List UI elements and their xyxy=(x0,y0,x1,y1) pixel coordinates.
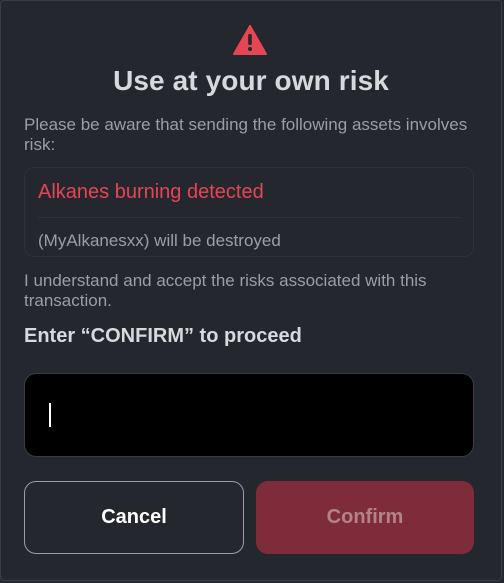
warning-detail: (MyAlkanesxx) will be destroyed xyxy=(38,231,281,250)
warning-triangle-icon xyxy=(233,25,267,55)
warning-heading: Alkanes burning detected xyxy=(38,181,264,203)
dialog-title: Use at your own risk xyxy=(113,65,389,96)
confirm-button[interactable]: Confirm xyxy=(256,481,474,554)
accept-risk-text: I understand and accept the risks associ… xyxy=(24,271,427,310)
risk-dialog: Use at your own risk Please be aware tha… xyxy=(0,0,502,581)
cancel-button[interactable]: Cancel xyxy=(24,481,244,554)
risk-intro-text: Please be aware that sending the followi… xyxy=(24,115,468,154)
confirm-prompt: Enter “CONFIRM” to proceed xyxy=(24,325,302,347)
text-caret xyxy=(49,403,51,427)
warning-box: Alkanes burning detected (MyAlkanesxx) w… xyxy=(24,167,474,257)
confirm-input[interactable] xyxy=(24,373,474,457)
warning-divider xyxy=(38,217,460,218)
